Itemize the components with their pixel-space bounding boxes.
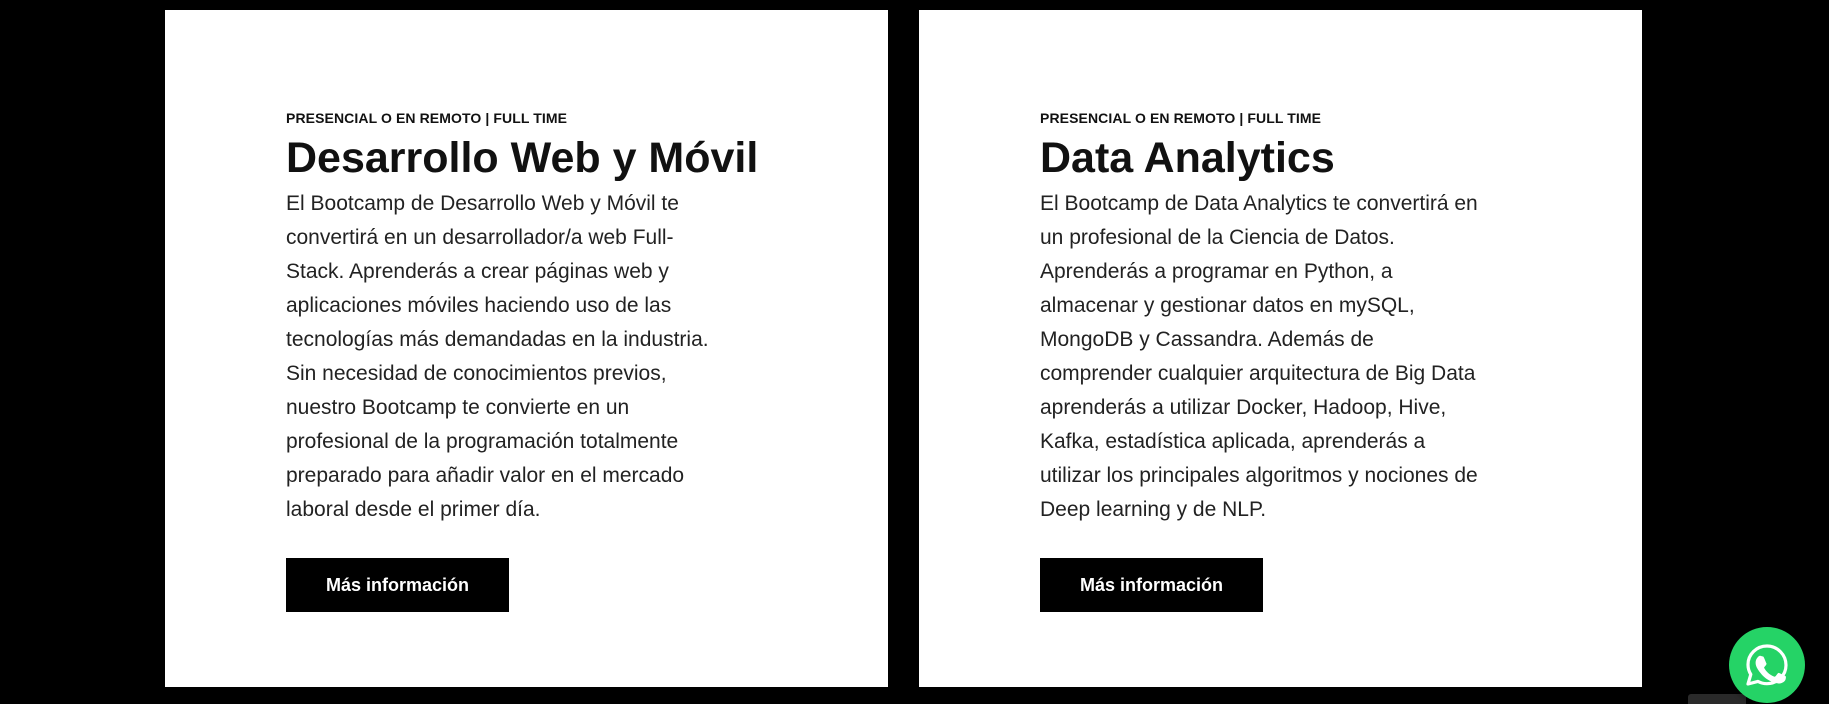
description-line: El Bootcamp de Desarrollo Web y Móvil te: [286, 192, 679, 215]
description-line: aplicaciones móviles haciendo uso de las: [286, 294, 672, 317]
chat-tab: [1688, 694, 1746, 704]
description-line: Deep learning y de NLP.: [1040, 498, 1267, 521]
more-info-button[interactable]: Más información: [286, 558, 509, 612]
description-line: Aprenderás a programar en Python, a: [1040, 260, 1393, 283]
course-description: El Bootcamp de Desarrollo Web y Móvil te…: [286, 187, 766, 527]
description-line: convertirá en un desarrollador/a web Ful…: [286, 226, 674, 249]
description-line: El Bootcamp de Data Analytics te convert…: [1040, 192, 1478, 215]
course-title: Desarrollo Web y Móvil: [286, 134, 759, 182]
course-modality-label: PRESENCIAL O EN REMOTO | FULL TIME: [1040, 110, 1322, 126]
description-line: utilizar los principales algoritmos y no…: [1040, 464, 1478, 487]
course-card-web-movil: PRESENCIAL O EN REMOTO | FULL TIME Desar…: [165, 10, 888, 687]
description-line: preparado para añadir valor en el mercad…: [286, 464, 685, 487]
description-line: nuestro Bootcamp te convierte en un: [286, 396, 630, 419]
more-info-button[interactable]: Más información: [1040, 558, 1263, 612]
description-line: aprenderás a utilizar Docker, Hadoop, Hi…: [1040, 396, 1447, 419]
description-line: profesional de la programación totalment…: [286, 430, 679, 453]
description-line: tecnologías más demandadas en la industr…: [286, 328, 709, 351]
description-line: un profesional de la Ciencia de Datos.: [1040, 226, 1395, 249]
whatsapp-icon: [1746, 644, 1788, 686]
description-line: Sin necesidad de conocimientos previos,: [286, 362, 667, 385]
description-line: Stack. Aprenderás a crear páginas web y: [286, 260, 669, 283]
description-line: comprender cualquier arquitectura de Big…: [1040, 362, 1476, 385]
description-line: MongoDB y Cassandra. Además de: [1040, 328, 1374, 351]
course-title: Data Analytics: [1040, 134, 1335, 182]
course-description: El Bootcamp de Data Analytics te convert…: [1040, 187, 1520, 527]
description-line: Kafka, estadística aplicada, aprenderás …: [1040, 430, 1426, 453]
description-line: laboral desde el primer día.: [286, 498, 541, 521]
course-modality-label: PRESENCIAL O EN REMOTO | FULL TIME: [286, 110, 568, 126]
description-line: almacenar y gestionar datos en mySQL,: [1040, 294, 1415, 317]
whatsapp-chat-button[interactable]: [1729, 627, 1805, 703]
course-card-data-analytics: PRESENCIAL O EN REMOTO | FULL TIME Data …: [919, 10, 1642, 687]
